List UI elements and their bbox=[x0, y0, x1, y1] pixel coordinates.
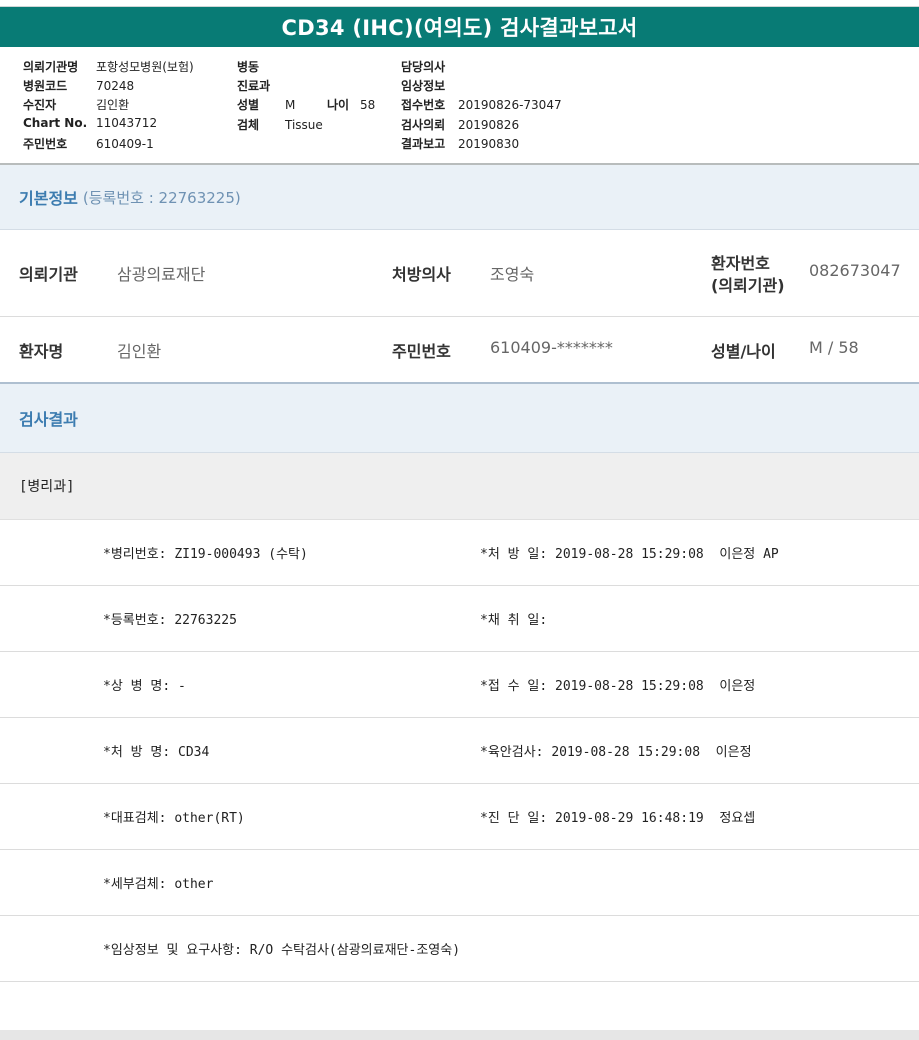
header-value: 20190826-73047 bbox=[458, 98, 562, 113]
header-value: M bbox=[285, 98, 296, 113]
results-title: 검사결과 bbox=[19, 410, 78, 429]
report-title: CD34 (IHC)(여의도) 검사결과보고서 bbox=[0, 7, 919, 47]
header-value: 김인환 bbox=[96, 98, 130, 113]
result-left: *등록번호: 22763225 bbox=[103, 613, 237, 628]
result-row: *상 병 명: - *접 수 일: 2019-08-28 15:29:08 이은… bbox=[0, 652, 919, 718]
patient-name-value: 김인환 bbox=[117, 342, 162, 361]
header-value: 20190830 bbox=[458, 136, 520, 151]
age-value: 58 bbox=[360, 98, 376, 113]
result-right: *육안검사: 2019-08-28 15:29:08 이은정 bbox=[480, 745, 752, 760]
basic-info-row-1: 의뢰기관 삼광의료재단 처방의사 조영숙 환자번호 (의뢰기관) 0826730… bbox=[0, 230, 919, 317]
header-key: 수진자 bbox=[23, 98, 57, 113]
header-key: 진료과 bbox=[237, 79, 271, 94]
result-left: *병리번호: ZI19-000493 (수탁) bbox=[103, 547, 308, 562]
result-row: *세부검체: other bbox=[0, 850, 919, 916]
bottom-border bbox=[0, 1030, 919, 1040]
sex-age-label: 성별/나이 bbox=[711, 342, 776, 361]
age-key: 나이 bbox=[327, 98, 350, 113]
resident-number-value: 610409-******* bbox=[490, 338, 613, 357]
header-value: 610409-1 bbox=[96, 136, 154, 151]
result-left: *임상정보 및 요구사항: R/O 수탁검사(삼광의료재단-조영숙) bbox=[103, 943, 461, 958]
header-key: 검체 bbox=[237, 117, 260, 132]
department-label: [병리과] bbox=[0, 453, 919, 520]
header-value: 11043712 bbox=[96, 115, 158, 130]
basic-info-row-2: 환자명 김인환 주민번호 610409-******* 성별/나이 M / 58 bbox=[0, 317, 919, 384]
result-left: *처 방 명: CD34 bbox=[103, 745, 210, 760]
result-row: *등록번호: 22763225 *채 취 일: bbox=[0, 586, 919, 652]
result-left: *상 병 명: - bbox=[103, 679, 186, 694]
result-right: *처 방 일: 2019-08-28 15:29:08 이은정 AP bbox=[480, 547, 779, 562]
result-right: *채 취 일: bbox=[480, 613, 548, 628]
result-row: *대표검체: other(RT) *진 단 일: 2019-08-29 16:4… bbox=[0, 784, 919, 850]
header-column-2: 병동 진료과 성별 M 나이 58 검체 Tissue bbox=[237, 58, 375, 135]
requesting-institution-label: 의뢰기관 bbox=[19, 265, 78, 284]
header-value: 20190826 bbox=[458, 117, 520, 132]
header-key: 접수번호 bbox=[401, 98, 446, 113]
patient-number-sublabel: (의뢰기관) bbox=[711, 276, 785, 295]
result-left: *세부검체: other bbox=[103, 877, 214, 892]
sex-age-value: M / 58 bbox=[809, 338, 859, 357]
result-row: *처 방 명: CD34 *육안검사: 2019-08-28 15:29:08 … bbox=[0, 718, 919, 784]
header-column-1: 의뢰기관명 포항성모병원(보험) 병원코드 70248 수진자 김인환 Chart N… bbox=[23, 58, 194, 154]
header-key: 임상정보 bbox=[401, 79, 446, 94]
report-header-info: 의뢰기관명 포항성모병원(보험) 병원코드 70248 수진자 김인환 Chart N… bbox=[0, 47, 919, 165]
result-row: *병리번호: ZI19-000493 (수탁) *처 방 일: 2019-08-… bbox=[0, 520, 919, 586]
header-value: 70248 bbox=[96, 79, 135, 94]
prescribing-doctor-value: 조영숙 bbox=[490, 265, 535, 284]
registration-number: (등록번호 : 22763225) bbox=[82, 188, 241, 207]
results-section-header: 검사결과 bbox=[0, 384, 919, 453]
header-key: 병원코드 bbox=[23, 79, 68, 94]
prescribing-doctor-label: 처방의사 bbox=[392, 265, 451, 284]
patient-name-label: 환자명 bbox=[19, 342, 64, 361]
result-right: *진 단 일: 2019-08-29 16:48:19 정요셉 bbox=[480, 811, 756, 826]
header-key: 담당의사 bbox=[401, 60, 446, 74]
result-right: *접 수 일: 2019-08-28 15:29:08 이은정 bbox=[480, 679, 756, 694]
resident-number-label: 주민번호 bbox=[392, 342, 451, 361]
header-key: 의뢰기관명 bbox=[23, 60, 79, 74]
basic-info-section-header: 기본정보 (등록번호 : 22763225) bbox=[0, 165, 919, 230]
header-key: 검사의뢰 bbox=[401, 117, 446, 132]
requesting-institution-value: 삼광의료재단 bbox=[117, 265, 206, 284]
results-list: *병리번호: ZI19-000493 (수탁) *처 방 일: 2019-08-… bbox=[0, 520, 919, 982]
top-border bbox=[0, 0, 919, 7]
basic-info-title: 기본정보 bbox=[19, 189, 78, 208]
header-value: 포항성모병원(보험) bbox=[96, 60, 194, 74]
header-key: Chart No. bbox=[23, 115, 88, 130]
patient-number-value: 082673047 bbox=[809, 261, 901, 280]
header-key: 결과보고 bbox=[401, 136, 446, 151]
result-left: *대표검체: other(RT) bbox=[103, 811, 245, 826]
patient-number-label: 환자번호 bbox=[711, 254, 770, 273]
header-key: 병동 bbox=[237, 60, 260, 74]
result-row: *임상정보 및 요구사항: R/O 수탁검사(삼광의료재단-조영숙) bbox=[0, 916, 919, 982]
header-key: 주민번호 bbox=[23, 136, 68, 151]
header-value: Tissue bbox=[285, 117, 323, 132]
header-column-3: 담당의사 임상정보 접수번호 20190826-73047 검사의뢰 2019082… bbox=[401, 58, 562, 154]
header-key: 성별 bbox=[237, 98, 260, 113]
